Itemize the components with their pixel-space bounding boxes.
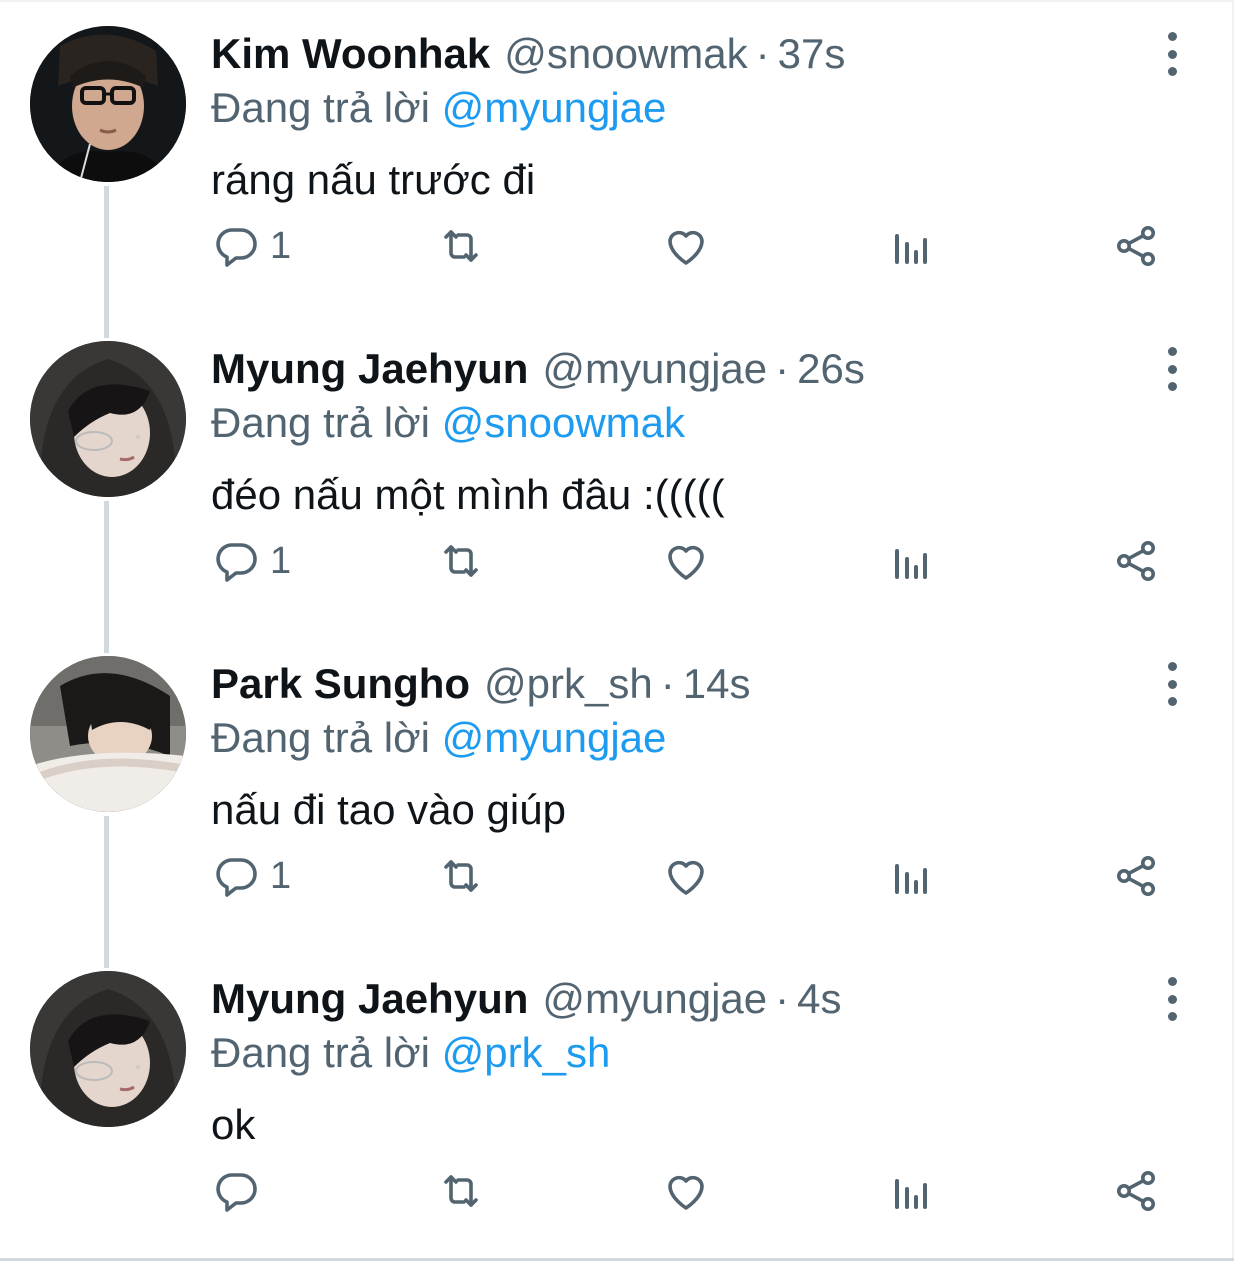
separator: · [660, 660, 675, 707]
replying-prefix: Đang trả lời [211, 399, 430, 446]
views-button[interactable] [887, 846, 935, 906]
avatar-hood-image [30, 971, 186, 1127]
share-button[interactable] [1112, 1161, 1160, 1221]
avatar[interactable] [30, 26, 186, 182]
avatar[interactable] [30, 656, 186, 812]
retweet-button[interactable] [437, 531, 485, 591]
replying-to: Đang trả lời @snoowmak [211, 395, 685, 451]
share-icon [1117, 541, 1155, 581]
display-name[interactable]: Myung Jaehyun [211, 971, 528, 1027]
more-vertical-icon[interactable] [1152, 32, 1192, 76]
share-icon [1117, 856, 1155, 896]
retweet-button[interactable] [437, 216, 485, 276]
retweet-icon [444, 230, 478, 262]
timestamp[interactable]: 4s [797, 971, 841, 1027]
tweet-header: Myung Jaehyun @myungjae · 4s [211, 971, 842, 1027]
views-button[interactable] [887, 1161, 935, 1221]
heart-icon [668, 860, 704, 895]
share-button[interactable] [1112, 846, 1160, 906]
tweet-text: ok [211, 1101, 256, 1148]
share-button[interactable] [1112, 531, 1160, 591]
reply-count: 1 [270, 224, 292, 267]
more-vertical-icon[interactable] [1152, 977, 1192, 1021]
display-name[interactable]: Kim Woonhak [211, 26, 490, 82]
timestamp[interactable]: 37s [778, 26, 846, 82]
views-button[interactable] [887, 216, 935, 276]
separator: · [775, 345, 790, 392]
tweet[interactable]: Myung Jaehyun @myungjae · 26s Đang trả l… [0, 315, 1234, 630]
tweet-header: Park Sungho @prk_sh · 14s [211, 656, 750, 712]
tweet[interactable]: Myung Jaehyun @myungjae · 4s Đang trả lờ… [0, 945, 1234, 1260]
action-bar [0, 1161, 1234, 1221]
more-vertical-icon[interactable] [1152, 662, 1192, 706]
timestamp[interactable]: 26s [797, 341, 865, 397]
reply-count: 1 [270, 854, 292, 897]
reply-icon [216, 858, 257, 897]
views-button[interactable] [887, 531, 935, 591]
action-bar: 1 [0, 846, 1234, 906]
reply-icon [216, 228, 257, 267]
mention-link[interactable]: @snoowmak [442, 399, 685, 446]
tweet-text: nấu đi tao vào giúp [211, 786, 566, 833]
replying-prefix: Đang trả lời [211, 714, 430, 761]
tweet-text: ráng nấu trước đi [211, 156, 536, 203]
replying-to: Đang trả lời @myungjae [211, 80, 666, 136]
heart-icon [668, 545, 704, 580]
share-icon [1117, 226, 1155, 266]
tweet-header: Kim Woonhak @snoowmak · 37s [211, 26, 845, 82]
retweet-icon [444, 860, 478, 892]
reply-button[interactable]: 1 [212, 216, 291, 276]
replying-prefix: Đang trả lời [211, 1029, 430, 1076]
replying-prefix: Đang trả lời [211, 84, 430, 131]
display-name[interactable]: Park Sungho [211, 656, 470, 712]
username[interactable]: @snoowmak [504, 26, 747, 82]
avatar[interactable] [30, 341, 186, 497]
like-button[interactable] [662, 1161, 710, 1221]
analytics-icon [895, 864, 927, 894]
mention-link[interactable]: @myungjae [442, 714, 667, 761]
retweet-button[interactable] [437, 1161, 485, 1221]
avatar-glasses-image [30, 26, 186, 182]
more-vertical-icon[interactable] [1152, 347, 1192, 391]
analytics-icon [895, 234, 927, 264]
display-name[interactable]: Myung Jaehyun [211, 341, 528, 397]
like-button[interactable] [662, 846, 710, 906]
avatar-lying-image [30, 656, 186, 812]
retweet-icon [444, 1175, 478, 1207]
like-button[interactable] [662, 531, 710, 591]
tweet-text: đéo nấu một mình đâu :((((( [211, 471, 725, 518]
username[interactable]: @myungjae [542, 341, 767, 397]
reply-button[interactable]: 1 [212, 846, 291, 906]
share-icon [1117, 1171, 1155, 1211]
like-button[interactable] [662, 216, 710, 276]
tweet[interactable]: Kim Woonhak @snoowmak · 37s Đang trả lời… [0, 0, 1234, 315]
separator: · [755, 30, 770, 77]
retweet-icon [444, 545, 478, 577]
username[interactable]: @myungjae [542, 971, 767, 1027]
tweet-header: Myung Jaehyun @myungjae · 26s [211, 341, 865, 397]
mention-link[interactable]: @prk_sh [442, 1029, 611, 1076]
analytics-icon [895, 1179, 927, 1209]
action-bar: 1 [0, 531, 1234, 591]
replying-to: Đang trả lời @prk_sh [211, 1025, 610, 1081]
reply-button[interactable]: 1 [212, 531, 291, 591]
separator: · [775, 975, 790, 1022]
analytics-icon [895, 549, 927, 579]
reply-icon [216, 1173, 257, 1212]
tweet[interactable]: Park Sungho @prk_sh · 14s Đang trả lời @… [0, 630, 1234, 945]
avatar-hood-image [30, 341, 186, 497]
reply-button[interactable] [212, 1161, 270, 1221]
retweet-button[interactable] [437, 846, 485, 906]
heart-icon [668, 230, 704, 265]
username[interactable]: @prk_sh [484, 656, 653, 712]
reply-icon [216, 543, 257, 582]
replying-to: Đang trả lời @myungjae [211, 710, 666, 766]
action-bar: 1 [0, 216, 1234, 276]
reply-count: 1 [270, 539, 292, 582]
timestamp[interactable]: 14s [683, 656, 751, 712]
mention-link[interactable]: @myungjae [442, 84, 667, 131]
avatar[interactable] [30, 971, 186, 1127]
share-button[interactable] [1112, 216, 1160, 276]
heart-icon [668, 1175, 704, 1210]
